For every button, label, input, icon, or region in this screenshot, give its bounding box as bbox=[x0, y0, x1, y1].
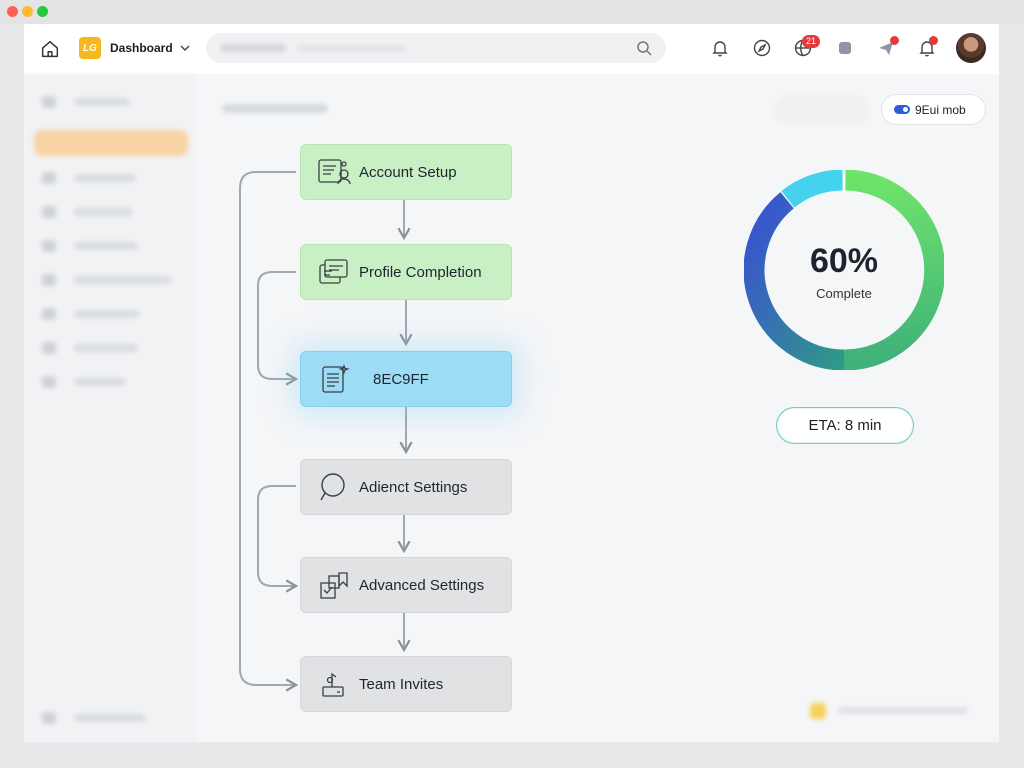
checklist-icon bbox=[320, 572, 348, 599]
step-label: Profile Completion bbox=[359, 263, 482, 281]
search-icon[interactable] bbox=[636, 40, 652, 56]
avatar[interactable] bbox=[956, 33, 986, 63]
search-placeholder-blur bbox=[296, 45, 406, 52]
step-profile-completion[interactable]: Profile Completion bbox=[300, 244, 512, 300]
loop-settings bbox=[257, 485, 299, 593]
maximize-window-button[interactable] bbox=[37, 6, 48, 17]
minimize-window-button[interactable] bbox=[22, 6, 33, 17]
sidebar-item-active[interactable] bbox=[34, 130, 188, 156]
eta-badge: ETA: 8 min bbox=[776, 407, 914, 444]
page-title-blurred bbox=[222, 104, 328, 113]
loop-profile bbox=[257, 271, 299, 386]
account-setup-icon bbox=[318, 159, 351, 185]
step-label: Account Setup bbox=[359, 163, 457, 181]
notification-count-badge: 21 bbox=[802, 35, 820, 48]
step-label: Team Invites bbox=[359, 675, 444, 693]
brand-logo[interactable]: LG bbox=[79, 37, 101, 59]
mode-toggle-label: 9Eui mob bbox=[915, 103, 966, 117]
unread-dot bbox=[929, 36, 938, 45]
unread-dot bbox=[890, 36, 899, 45]
chevron-down-icon[interactable] bbox=[179, 42, 191, 54]
step-current[interactable]: 8EC9FF bbox=[300, 351, 512, 407]
search-placeholder-blur bbox=[220, 44, 286, 52]
filter-dropdown[interactable] bbox=[774, 95, 870, 125]
step-adienct-settings[interactable]: Adienct Settings bbox=[300, 459, 512, 515]
step-label: Adienct Settings bbox=[359, 478, 468, 496]
home-icon[interactable] bbox=[39, 38, 61, 60]
ring-segment-cyan bbox=[781, 170, 843, 208]
profile-icon bbox=[319, 259, 348, 284]
step-label: Advanced Settings bbox=[359, 576, 485, 594]
search-input[interactable] bbox=[206, 33, 666, 63]
step-account-setup[interactable]: Account Setup bbox=[300, 144, 512, 200]
invite-icon bbox=[322, 672, 344, 697]
step-team-invites[interactable]: Team Invites bbox=[300, 656, 512, 712]
progress-percent: 60% bbox=[809, 242, 879, 280]
toggle-switch-icon[interactable] bbox=[894, 105, 910, 114]
sidebar bbox=[24, 74, 196, 742]
step-label: 8EC9FF bbox=[373, 370, 429, 388]
brand-name[interactable]: Dashboard bbox=[110, 41, 173, 55]
bell-icon[interactable] bbox=[710, 38, 730, 58]
loop-outer bbox=[239, 171, 299, 692]
mode-toggle[interactable]: 9Eui mob bbox=[881, 94, 986, 125]
compass-icon[interactable] bbox=[752, 38, 772, 58]
app-window: LG Dashboard 21 9Eui mob Account Setup P… bbox=[24, 24, 999, 742]
progress-sub-label: Complete bbox=[816, 286, 872, 301]
document-icon bbox=[322, 364, 350, 393]
top-bar: LG Dashboard 21 bbox=[24, 24, 999, 74]
grid-icon[interactable] bbox=[835, 38, 855, 58]
close-window-button[interactable] bbox=[7, 6, 18, 17]
step-advanced-settings[interactable]: Advanced Settings bbox=[300, 557, 512, 613]
search-icon bbox=[320, 473, 345, 501]
notification-toast[interactable] bbox=[810, 700, 974, 722]
window-titlebar bbox=[0, 0, 1024, 24]
